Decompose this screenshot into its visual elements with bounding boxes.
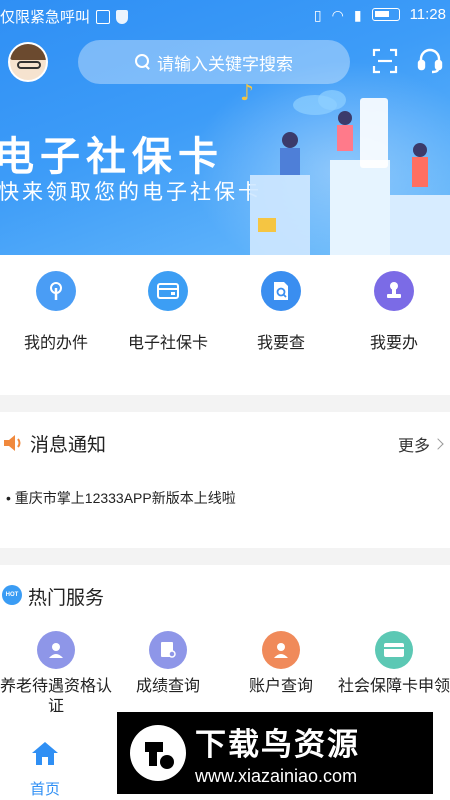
hot-icon: HOT — [2, 585, 22, 605]
person-certify-icon — [37, 631, 75, 669]
service-label: 社会保障卡申领 — [338, 678, 450, 695]
status-right: ▯ ◠ ▮ 11:28 — [314, 6, 446, 23]
quick-action-social-card[interactable]: 电子社保卡 — [112, 271, 224, 353]
quick-action-query[interactable]: 我要查 — [225, 271, 337, 353]
card-icon — [148, 271, 188, 311]
hot-services-header: HOT 热门服务 — [0, 583, 450, 609]
banner-title: 电子社保卡 — [0, 135, 224, 179]
tab-home[interactable]: 首页 — [20, 740, 70, 799]
search-placeholder: 请输入关键字搜索 — [157, 54, 293, 74]
quick-action-label: 电子社保卡 — [127, 335, 208, 352]
service-card-apply[interactable]: 社会保障卡申领 — [338, 631, 450, 697]
watermark: 下载鸟资源 www.xiazainiao.com — [117, 712, 433, 794]
quick-action-apply[interactable]: 我要办 — [338, 271, 450, 353]
avatar-hair — [10, 44, 46, 60]
svg-text:♪: ♪ — [240, 81, 254, 106]
card-apply-icon — [375, 631, 413, 669]
status-carrier-text: 仅限紧急呼叫 — [0, 9, 91, 26]
status-bar: 仅限紧急呼叫 ▯ ◠ ▮ 11:28 — [0, 0, 450, 32]
quick-action-label: 我要办 — [369, 335, 418, 352]
speaker-icon — [4, 435, 21, 451]
watermark-title: 下载鸟资源 — [195, 727, 360, 762]
search-bar[interactable]: 请输入关键字搜索 — [78, 40, 350, 84]
quick-action-label: 我的办件 — [23, 335, 88, 352]
quick-action-my-tasks[interactable]: 我的办件 — [0, 271, 112, 353]
notice-more-link[interactable]: 更多 — [397, 432, 444, 456]
notice-section: 消息通知 更多 • 重庆市掌上12333APP新版本上线啦 — [0, 412, 450, 548]
banner-illustration: ♪ — [240, 81, 450, 255]
sim-icon — [96, 9, 111, 24]
watermark-text: 下载鸟资源 www.xiazainiao.com — [195, 719, 360, 787]
status-time: 11:28 — [409, 6, 446, 23]
bird-logo-icon — [130, 725, 186, 781]
doc-search-icon — [261, 271, 301, 311]
search-icon — [135, 54, 151, 70]
stamp-icon — [374, 271, 414, 311]
battery-icon — [371, 8, 400, 21]
headset-icon[interactable] — [416, 46, 444, 74]
notice-header: 消息通知 更多 — [0, 430, 450, 456]
more-label: 更多 — [397, 438, 430, 455]
avatar-glasses — [17, 61, 41, 69]
notice-item[interactable]: • 重庆市掌上12333APP新版本上线啦 — [6, 488, 236, 508]
scan-icon[interactable] — [372, 48, 398, 74]
notice-title: 消息通知 — [30, 435, 107, 456]
home-icon — [32, 742, 58, 765]
status-left: 仅限紧急呼叫 — [0, 6, 129, 27]
quick-action-label: 我要查 — [256, 335, 305, 352]
wifi-icon: ◠ — [331, 6, 344, 23]
chevron-right-icon — [432, 438, 444, 450]
watermark-url: www.xiazainiao.com — [195, 766, 358, 786]
service-pension-certify[interactable]: 养老待遇资格认证 — [0, 631, 112, 717]
service-score-query[interactable]: 成绩查询 — [112, 631, 224, 697]
service-label: 成绩查询 — [135, 678, 200, 695]
service-label: 养老待遇资格认证 — [0, 678, 113, 715]
vibrate-icon: ▯ — [313, 6, 322, 23]
tab-home-label: 首页 — [29, 781, 60, 798]
banner[interactable]: 仅限紧急呼叫 ▯ ◠ ▮ 11:28 请输入关键字搜索 电子社保卡 快来领取您的… — [0, 0, 450, 255]
hot-services-title: 热门服务 — [28, 588, 105, 609]
signal-icon: ▮ — [353, 6, 362, 23]
service-account-query[interactable]: 账户查询 — [225, 631, 337, 697]
score-search-icon — [149, 631, 187, 669]
shield-icon — [116, 9, 129, 24]
account-icon — [262, 631, 300, 669]
quick-actions: 我的办件 电子社保卡 我要查 我要办 — [0, 255, 450, 395]
avatar[interactable] — [8, 42, 48, 82]
hand-tap-icon — [36, 271, 76, 311]
service-label: 账户查询 — [248, 678, 313, 695]
